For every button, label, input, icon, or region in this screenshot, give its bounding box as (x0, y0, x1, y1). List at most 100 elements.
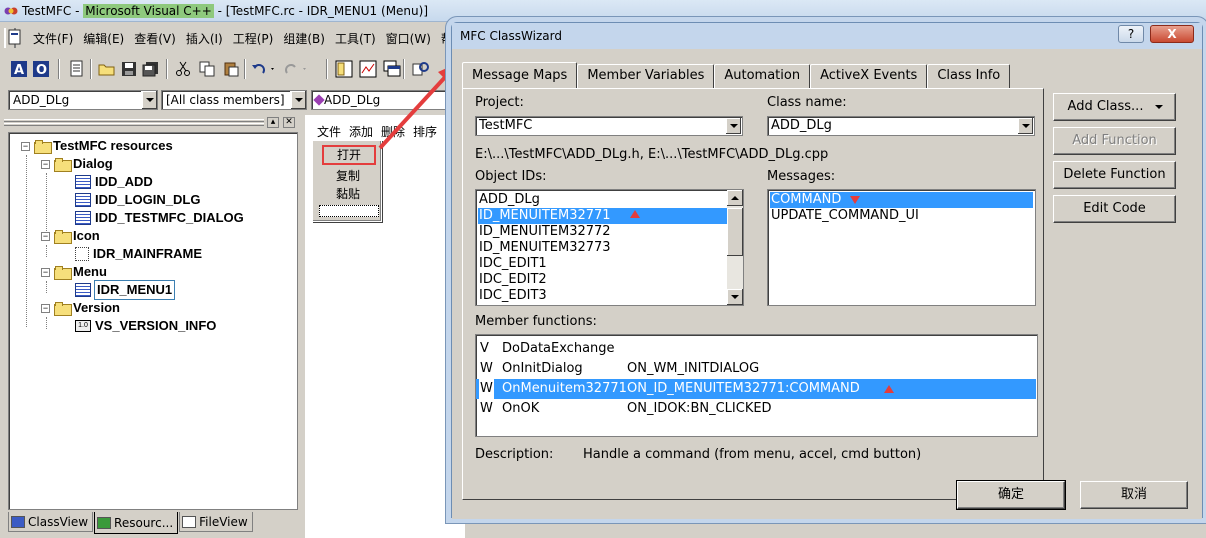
menu-view[interactable]: 查看(V) (129, 30, 181, 47)
toolbar-separator (244, 59, 246, 79)
tree-item-version[interactable]: 1.0 VS_VERSION_INFO (75, 317, 216, 335)
wizardbar-filter-combo[interactable]: [All class members] (161, 90, 307, 110)
dialog-title: MFC ClassWizard (460, 29, 562, 43)
tree-item-dialog[interactable]: IDD_ADD (75, 173, 153, 191)
wizardbar-class-combo[interactable]: ADD_DLg (8, 90, 158, 110)
project-combo[interactable]: TestMFC (475, 116, 743, 136)
collapse-icon[interactable]: − (41, 303, 50, 313)
menu-insert[interactable]: 插入(I) (181, 30, 228, 47)
tab-message-maps[interactable]: Message Maps (462, 62, 578, 88)
annotation-marker (850, 196, 860, 204)
cut-icon[interactable] (172, 58, 194, 80)
tree-item-icon[interactable]: IDR_MAINFRAME (75, 245, 202, 263)
new-text-file-icon[interactable] (66, 58, 88, 80)
add-class-button[interactable]: Add Class... (1053, 93, 1176, 121)
folder-open-icon (34, 140, 52, 154)
cancel-button[interactable]: 取消 (1080, 481, 1188, 509)
list-item[interactable]: ID_MENUITEM32773 (478, 240, 611, 256)
edit-code-button[interactable]: Edit Code (1053, 195, 1176, 223)
panel-grip[interactable] (4, 119, 264, 122)
menu-new-item-placeholder[interactable] (319, 205, 379, 217)
tree-folder-version[interactable]: − Version (41, 299, 120, 317)
list-item[interactable]: IDC_EDIT1 (478, 256, 547, 272)
panel-maximize-icon[interactable]: ▴ (267, 117, 279, 128)
menu-window[interactable]: 窗口(W) (381, 30, 436, 47)
list-item[interactable]: IDC_EDIT3 (478, 288, 547, 304)
tree-item-dialog[interactable]: IDD_LOGIN_DLG (75, 191, 200, 209)
member-function-row[interactable]: W OnInitDialog ON_WM_INITDIALOG (476, 359, 1036, 379)
menu-file[interactable]: 文件(F) (28, 30, 78, 47)
tab-class-info[interactable]: Class Info (927, 64, 1011, 88)
menu-item-paste[interactable]: 黏贴 (313, 185, 383, 202)
menu-edit[interactable]: 编辑(E) (78, 30, 129, 47)
panel-grip (4, 123, 264, 126)
tab-fileview[interactable]: FileView (179, 512, 253, 532)
dialog-title-bar: MFC ClassWizard ? X (452, 23, 1202, 49)
collapse-icon[interactable]: − (41, 159, 50, 169)
list-item[interactable]: IDC_EDIT2 (478, 272, 547, 288)
svg-text:A: A (14, 63, 24, 78)
member-kind: W (480, 401, 493, 416)
workspace-icon[interactable] (333, 58, 355, 80)
chevron-down-icon[interactable] (1018, 118, 1033, 134)
paste-icon[interactable] (220, 58, 242, 80)
tree-folder-menu[interactable]: − Menu (41, 263, 107, 281)
member-message: ON_WM_INITDIALOG (627, 361, 760, 376)
tab-classview[interactable]: ClassView (8, 512, 94, 532)
menu-preview-item[interactable]: 文件 (317, 123, 341, 140)
copy-icon[interactable] (196, 58, 218, 80)
panel-close-icon[interactable]: ✕ (283, 117, 295, 128)
collapse-icon[interactable]: − (41, 267, 50, 277)
tree-root[interactable]: − TestMFC resources (21, 137, 173, 155)
chevron-down-icon[interactable] (726, 118, 741, 134)
classname-combo[interactable]: ADD_DLg (767, 116, 1035, 136)
messages-list[interactable]: COMMAND UPDATE_COMMAND_UI (767, 189, 1036, 306)
menu-project[interactable]: 工程(P) (228, 30, 279, 47)
tab-automation[interactable]: Automation (714, 64, 811, 88)
scroll-down-icon[interactable] (727, 289, 743, 305)
list-item[interactable]: ADD_DLg (478, 192, 540, 208)
icon-resource-icon (75, 247, 89, 261)
font-o-icon[interactable]: O (30, 58, 52, 80)
help-button[interactable]: ? (1118, 25, 1144, 43)
open-folder-icon[interactable] (96, 58, 118, 80)
member-function-row[interactable]: W OnOK ON_IDOK:BN_CLICKED (476, 399, 1036, 419)
close-button[interactable]: X (1150, 25, 1194, 43)
add-function-button[interactable]: Add Function (1053, 127, 1176, 155)
chevron-down-icon[interactable] (141, 91, 157, 109)
collapse-icon[interactable]: − (41, 231, 50, 241)
tab-member-variables[interactable]: Member Variables (577, 64, 715, 88)
list-item[interactable]: ID_MENUITEM32772 (478, 224, 611, 240)
scrollbar[interactable] (727, 190, 743, 305)
tree-item-dialog[interactable]: IDD_TESTMFC_DIALOG (75, 209, 244, 227)
undo-icon[interactable] (250, 58, 278, 80)
annotation-marker (630, 210, 640, 218)
member-functions-list[interactable]: V DoDataExchange W OnInitDialog ON_WM_IN… (475, 334, 1038, 437)
chevron-down-icon[interactable] (290, 91, 306, 109)
ok-button[interactable]: 确定 (956, 480, 1066, 510)
tree-folder-dialog[interactable]: − Dialog (41, 155, 113, 173)
object-ids-list[interactable]: ADD_DLg ID_MENUITEM32771 ID_MENUITEM3277… (475, 189, 744, 306)
tab-resourceview[interactable]: Resourc... (94, 512, 179, 534)
list-item-selected[interactable]: COMMAND (770, 192, 1033, 208)
tab-activex-events[interactable]: ActiveX Events (810, 64, 928, 88)
save-icon[interactable] (118, 58, 140, 80)
tree-item-menu[interactable]: IDR_MENU1 (75, 280, 176, 300)
menu-item-copy[interactable]: 复制 (313, 167, 383, 184)
workspace-header: ▴ ✕ (4, 115, 301, 131)
save-all-icon[interactable] (140, 58, 162, 80)
menu-build[interactable]: 组建(B) (278, 30, 330, 47)
delete-function-button[interactable]: Delete Function (1053, 161, 1176, 189)
scroll-thumb[interactable] (727, 208, 743, 256)
scroll-up-icon[interactable] (727, 190, 743, 206)
tree-folder-icon[interactable]: − Icon (41, 227, 100, 245)
list-item-selected[interactable]: ID_MENUITEM32771 (478, 208, 727, 224)
member-function-row[interactable]: V DoDataExchange (476, 339, 1036, 359)
menu-tools[interactable]: 工具(T) (330, 30, 381, 47)
font-bold-a-icon[interactable]: A (8, 58, 30, 80)
collapse-icon[interactable]: − (21, 141, 30, 151)
redo-icon[interactable] (282, 58, 310, 80)
member-function-row-selected[interactable]: W OnMenuitem32771 ON_ID_MENUITEM32771:CO… (476, 379, 1036, 399)
member-kind: W (479, 379, 494, 399)
list-item[interactable]: UPDATE_COMMAND_UI (770, 208, 919, 224)
